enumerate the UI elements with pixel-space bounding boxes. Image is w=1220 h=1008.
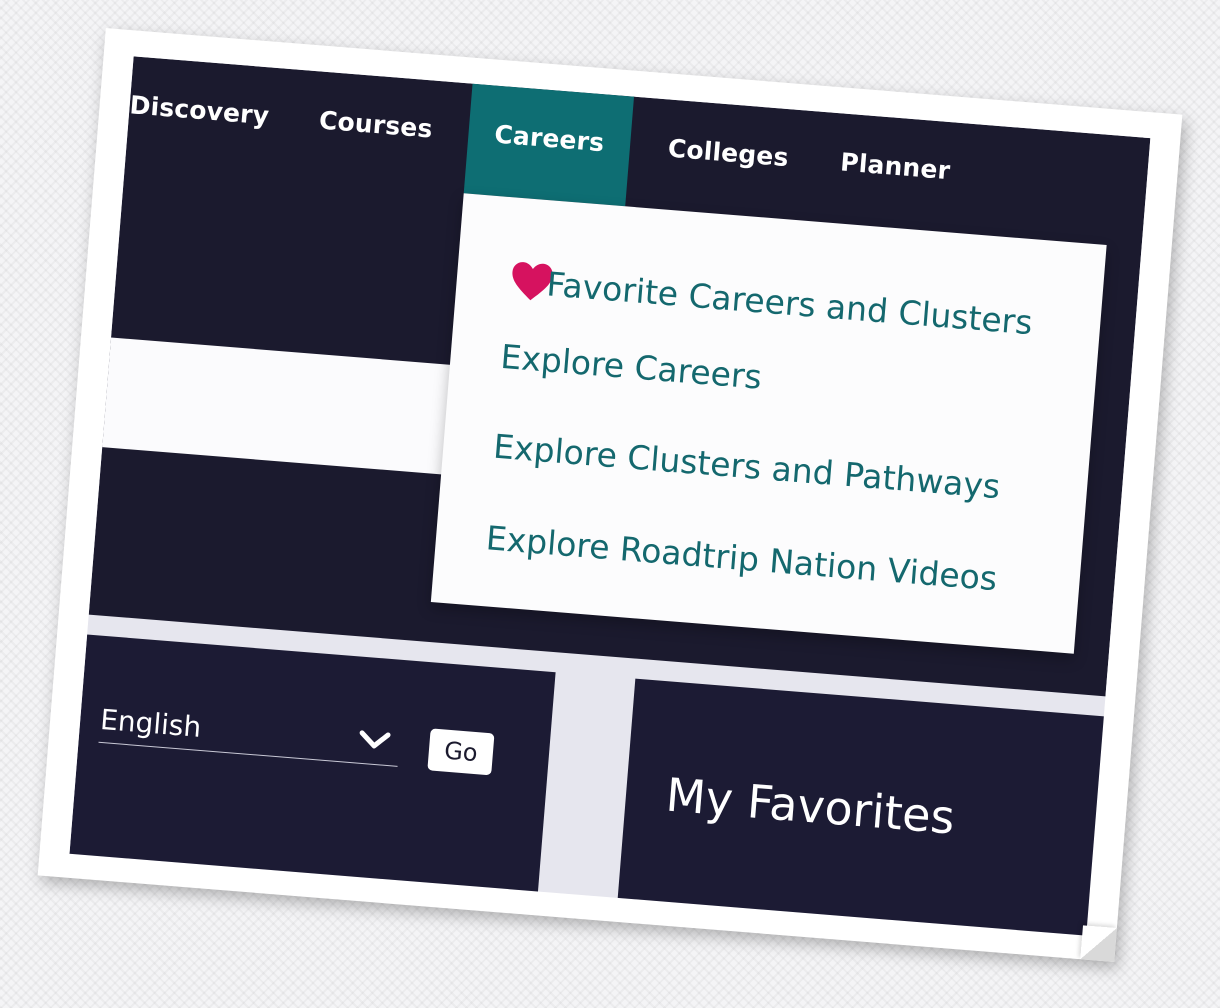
language-select[interactable]: English <box>98 701 401 767</box>
language-panel: English Go <box>69 634 556 902</box>
page-curl <box>1080 925 1117 962</box>
nav-courses[interactable]: Courses <box>314 72 436 191</box>
menu-explore-clusters[interactable]: Explore Clusters and Pathways <box>492 427 1002 507</box>
my-favorites-title: My Favorites <box>663 767 957 845</box>
menu-explore-roadtrip-videos[interactable]: Explore Roadtrip Nation Videos <box>485 518 999 598</box>
nav-careers[interactable]: Careers <box>463 83 635 207</box>
favorites-accent-bar <box>616 899 1097 936</box>
my-favorites-panel: My Favorites <box>616 678 1114 936</box>
nav-colleges[interactable]: Colleges <box>663 100 792 219</box>
app-screenshot: Discovery Courses Careers Colleges Plann… <box>69 56 1151 936</box>
nav-planner[interactable]: Planner <box>836 114 955 232</box>
nav-discovery[interactable]: Discovery <box>125 56 273 177</box>
careers-dropdown-menu: Favorite Careers and Clusters Explore Ca… <box>430 193 1107 654</box>
menu-favorite-careers[interactable]: Favorite Careers and Clusters <box>545 264 1034 342</box>
search-strip <box>102 337 490 478</box>
menu-explore-careers[interactable]: Explore Careers <box>499 337 763 397</box>
go-button[interactable]: Go <box>427 728 495 776</box>
language-value: English <box>99 702 203 744</box>
chevron-down-icon <box>359 730 391 749</box>
screenshot-card: Discovery Courses Careers Colleges Plann… <box>37 28 1183 962</box>
language-accent-bar <box>69 855 538 902</box>
